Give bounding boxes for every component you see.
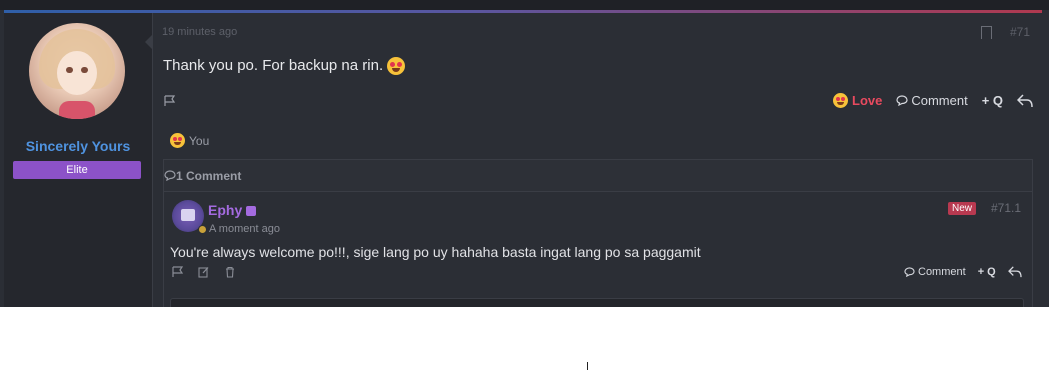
reaction-summary[interactable]: You (170, 133, 209, 148)
post-notch (145, 34, 153, 50)
text-cursor (587, 362, 588, 370)
commenter-name[interactable]: Ephy (208, 202, 257, 218)
comment-button[interactable]: Comment (896, 93, 968, 108)
post-time[interactable]: 19 minutes ago (162, 26, 237, 38)
forum-thread: Sincerely Yours Elite 19 minutes ago #71… (0, 0, 1049, 307)
comment-actions: Comment + Q (904, 266, 1022, 278)
trash-icon[interactable] (224, 266, 236, 278)
reply-arrow-icon[interactable] (1017, 93, 1033, 108)
comment-tools (172, 266, 236, 278)
username[interactable]: Sincerely Yours (4, 138, 152, 154)
comment-reply-button[interactable]: Comment (904, 266, 966, 278)
reaction-users: You (189, 133, 210, 148)
comment-time[interactable]: A moment ago (209, 223, 280, 235)
comment-bubble-icon (904, 267, 915, 277)
avatar[interactable] (29, 23, 125, 119)
comments-header[interactable]: 1 Comment (164, 160, 1032, 192)
heart-eyes-emoji-icon (833, 93, 848, 108)
report-flag-icon[interactable] (172, 266, 184, 278)
report-flag-icon[interactable] (164, 95, 176, 107)
edit-icon[interactable] (198, 266, 210, 278)
post-body: 19 minutes ago #71 Thank you po. For bac… (153, 13, 1042, 307)
post-actions: Love Comment + Q (833, 93, 1033, 108)
rank-badge: Elite (13, 161, 141, 179)
comment-bubble-icon (896, 95, 908, 106)
bookmark-icon[interactable] (981, 26, 992, 39)
post-message: Thank you po. For backup na rin. (163, 57, 406, 76)
comment-number[interactable]: #71.1 (991, 201, 1021, 215)
heart-eyes-emoji-icon (387, 57, 406, 76)
user-sidebar: Sincerely Yours Elite (4, 13, 153, 307)
reply-input[interactable] (170, 298, 1024, 307)
user-badge-icon (246, 206, 257, 217)
quote-button[interactable]: + Q (982, 93, 1003, 108)
post-number[interactable]: #71 (1010, 25, 1030, 39)
heart-eyes-emoji-icon (170, 133, 185, 148)
love-button[interactable]: Love (833, 93, 882, 108)
top-bar (0, 0, 1049, 10)
comment-bubble-icon (164, 170, 176, 181)
comments-count: 1 Comment (176, 168, 242, 183)
comment-quote-button[interactable]: + Q (978, 266, 996, 278)
new-badge: New (948, 202, 977, 215)
comment-text: You're always welcome po!!!, sige lang p… (170, 244, 701, 260)
reply-arrow-icon[interactable] (1007, 266, 1022, 278)
post-message-text: Thank you po. For backup na rin. (163, 57, 384, 74)
comments-box: 1 Comment Ephy A moment ago New #71.1 Yo… (163, 159, 1033, 307)
commenter-avatar[interactable] (172, 200, 207, 234)
